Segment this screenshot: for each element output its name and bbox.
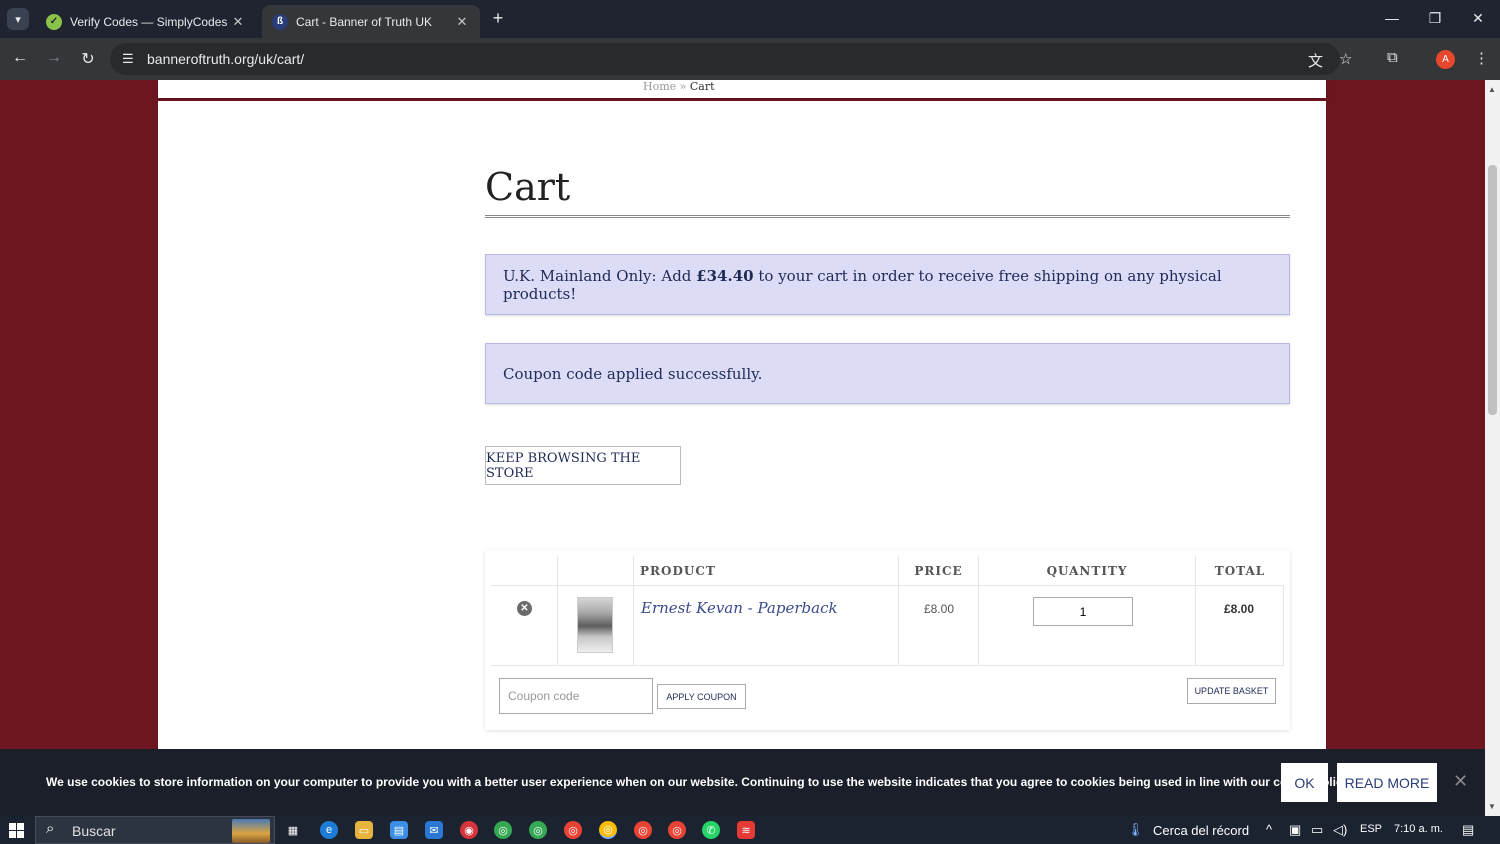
remove-item-icon[interactable]: ✕: [517, 601, 532, 616]
volume-icon[interactable]: ◁): [1333, 822, 1347, 838]
breadcrumb-current: Cart: [689, 80, 715, 93]
browser-toolbar: ← → ↻ ☰ banneroftruth.org/uk/cart/ 文 ☆ ⧉…: [0, 38, 1500, 80]
tab-banner-of-truth-cart[interactable]: ß Cart - Banner of Truth UK ✕: [262, 5, 480, 38]
clock[interactable]: 7:10 a. m.: [1394, 823, 1443, 835]
store-icon[interactable]: ▤: [390, 821, 408, 839]
browser-tab-bar: ▾ ✓ Verify Codes — SimplyCodes ✕ ß Cart …: [0, 0, 1500, 38]
chevron-up-icon[interactable]: ^: [1266, 822, 1272, 837]
quantity-input[interactable]: [1033, 597, 1133, 626]
forward-arrow-icon[interactable]: →: [44, 49, 64, 67]
meet-icon[interactable]: ▣: [1289, 822, 1301, 838]
breadcrumb-separator: »: [679, 80, 687, 93]
whatsapp-icon[interactable]: ✆: [702, 821, 720, 839]
taskbar-search[interactable]: ⌕ Buscar: [35, 816, 275, 844]
bookmark-star-icon[interactable]: ☆: [1339, 50, 1352, 68]
window-close-icon[interactable]: ✕: [1463, 10, 1493, 27]
product-price: £8.00: [924, 602, 955, 616]
coupon-code-input[interactable]: [499, 678, 653, 714]
mail-icon[interactable]: ✉: [425, 821, 443, 839]
close-tab-icon[interactable]: ✕: [230, 14, 246, 30]
file-explorer-icon[interactable]: ▭: [355, 821, 373, 839]
header-price: PRICE: [899, 556, 979, 585]
record-app-icon[interactable]: ◉: [460, 821, 478, 839]
free-shipping-notice: U.K. Mainland Only: Add £34.40 to your c…: [485, 254, 1290, 315]
main-content: Cart U.K. Mainland Only: Add £34.40 to y…: [158, 101, 1326, 816]
windows-start-icon[interactable]: [9, 823, 24, 838]
anydesk-icon[interactable]: ≋: [737, 821, 755, 839]
header-thumbnail: [558, 556, 634, 585]
banner-of-truth-icon: ß: [272, 13, 288, 30]
page-title: Cart: [485, 165, 571, 209]
task-view-icon[interactable]: ▦: [284, 821, 302, 839]
table-row: ✕ Ernest Kevan - Paperback £8.00 £8.00: [491, 586, 1284, 666]
title-divider: [485, 215, 1290, 218]
network-icon[interactable]: ▭: [1311, 822, 1323, 838]
breadcrumb-home-link[interactable]: Home: [643, 80, 676, 93]
cookie-consent-text: We use cookies to store information on y…: [46, 775, 1352, 789]
tab-simplycodes[interactable]: ✓ Verify Codes — SimplyCodes ✕: [36, 5, 256, 38]
extensions-puzzle-icon[interactable]: ⧉: [1387, 49, 1398, 66]
page-viewport: Home » Cart Cart U.K. Mainland Only: Add…: [0, 80, 1485, 816]
shipping-notice-prefix: U.K. Mainland Only: Add: [503, 266, 697, 285]
breadcrumb-strip: Home » Cart: [158, 80, 1326, 98]
taskbar-search-text: Buscar: [72, 823, 116, 839]
header-total: TOTAL: [1214, 563, 1266, 578]
url-text[interactable]: banneroftruth.org/uk/cart/: [147, 51, 304, 67]
header-remove: [491, 556, 558, 585]
site-info-icon[interactable]: ☰: [122, 51, 134, 67]
shipping-notice-amount: £34.40: [696, 266, 754, 285]
chrome-icon[interactable]: ◎: [529, 821, 547, 839]
cookie-read-more-button[interactable]: READ MORE: [1337, 763, 1437, 802]
apply-coupon-button[interactable]: APPLY COUPON: [657, 684, 746, 709]
chrome-icon[interactable]: ◎: [599, 821, 617, 839]
cookie-ok-button[interactable]: OK: [1281, 763, 1328, 802]
scroll-down-icon[interactable]: ▼: [1488, 802, 1496, 811]
restore-icon[interactable]: ❐: [1420, 10, 1450, 27]
translate-icon[interactable]: 文: [1308, 50, 1323, 71]
product-total: £8.00: [1224, 602, 1255, 616]
language-indicator[interactable]: ESP: [1360, 823, 1382, 835]
cart-table-container: PRODUCT PRICE QUANTITY TOTAL ✕ Ernest Ke…: [485, 550, 1290, 730]
notifications-icon[interactable]: ▤: [1462, 822, 1474, 838]
tab-title: Verify Codes — SimplyCodes: [70, 14, 228, 29]
cart-table: PRODUCT PRICE QUANTITY TOTAL ✕ Ernest Ke…: [491, 556, 1284, 666]
search-icon: ⌕: [46, 820, 55, 837]
product-name-link[interactable]: Ernest Kevan - Paperback: [641, 599, 838, 617]
header-product: PRODUCT: [634, 556, 899, 585]
update-basket-button[interactable]: UPDATE BASKET: [1187, 678, 1276, 704]
address-bar[interactable]: ☰ banneroftruth.org/uk/cart/ 文 ☆: [110, 43, 1352, 75]
back-arrow-icon[interactable]: ←: [10, 49, 30, 67]
tab-title: Cart - Banner of Truth UK: [296, 14, 433, 29]
edge-icon[interactable]: e: [320, 821, 338, 839]
chrome-icon[interactable]: ◎: [634, 821, 652, 839]
browser-menu-icon[interactable]: ⋮: [1474, 49, 1489, 67]
cart-table-header: PRODUCT PRICE QUANTITY TOTAL: [491, 556, 1284, 586]
simplycodes-icon: ✓: [46, 13, 62, 30]
product-thumbnail[interactable]: [577, 597, 613, 653]
breadcrumb: Home » Cart: [643, 80, 715, 93]
chrome-icon[interactable]: ◎: [494, 821, 512, 839]
reload-icon[interactable]: ↻: [78, 49, 98, 69]
scroll-thumb[interactable]: [1488, 165, 1497, 415]
cookie-close-icon[interactable]: ✕: [1453, 771, 1468, 792]
cookie-consent-bar: We use cookies to store information on y…: [0, 749, 1485, 816]
new-tab-plus-icon[interactable]: +: [488, 8, 508, 29]
search-highlight-image: [232, 819, 270, 843]
thermometer-icon[interactable]: 🌡: [1127, 822, 1144, 838]
page-scrollbar[interactable]: ▲ ▼: [1485, 80, 1500, 816]
weather-text[interactable]: Cerca del récord: [1153, 823, 1249, 838]
scroll-up-icon[interactable]: ▲: [1488, 85, 1496, 94]
tab-list-chevron-icon[interactable]: ▾: [7, 8, 29, 30]
chrome-icon[interactable]: ◎: [668, 821, 686, 839]
windows-taskbar: ⌕ Buscar ▦ e ▭ ▤ ✉ ◉ ◎ ◎ ◎ ◎ ◎ ◎ ✆ ≋ 🌡 C…: [0, 816, 1500, 844]
profile-avatar[interactable]: A: [1436, 50, 1455, 69]
header-quantity: QUANTITY: [979, 556, 1196, 585]
coupon-applied-notice: Coupon code applied successfully.: [485, 343, 1290, 404]
chrome-icon[interactable]: ◎: [564, 821, 582, 839]
keep-browsing-button[interactable]: KEEP BROWSING THE STORE: [485, 446, 681, 485]
close-tab-icon[interactable]: ✕: [454, 14, 470, 30]
minimize-icon[interactable]: —: [1377, 10, 1407, 26]
